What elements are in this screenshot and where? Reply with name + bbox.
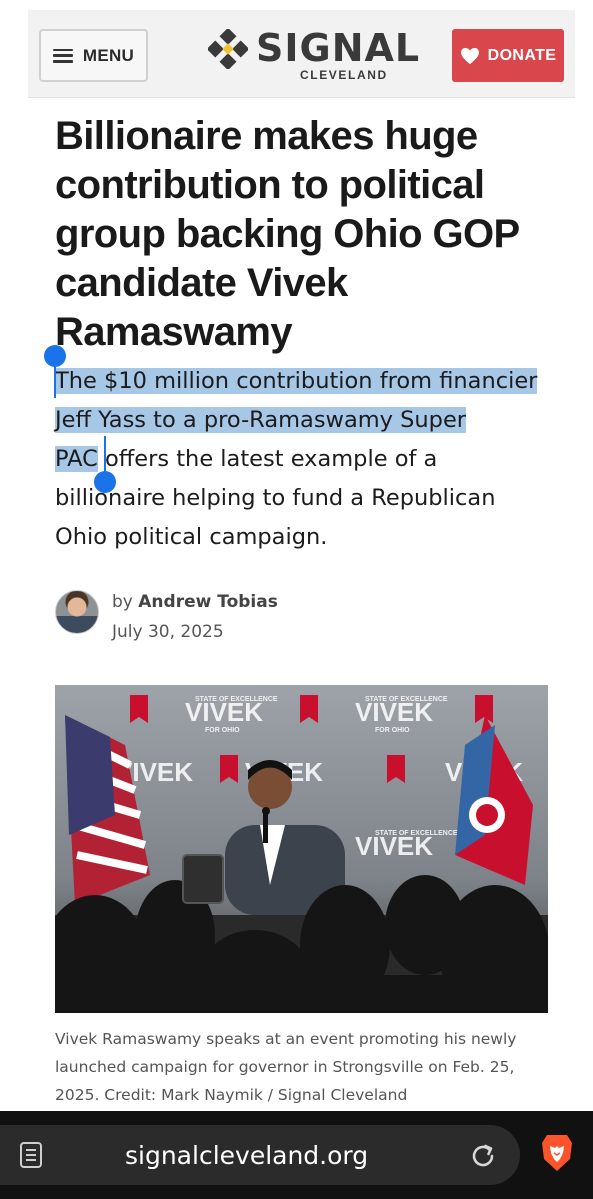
logo-wordmark: SIGNAL <box>256 26 421 70</box>
article-headline: Billionaire makes huge contribution to p… <box>55 114 519 354</box>
logo-mark-icon <box>208 29 248 69</box>
photo-caption: Vivek Ramaswamy speaks at an event promo… <box>55 1030 517 1104</box>
donate-button[interactable]: DONATE <box>452 29 564 82</box>
event-photo: VIVEK VIVEK VIVEK VIVEK VIVEK VIVEK STAT… <box>55 685 548 1013</box>
by-prefix: by <box>112 592 133 612</box>
donate-label: DONATE <box>487 46 557 64</box>
publish-date: July 30, 2025 <box>112 622 224 642</box>
url-text: signalcleveland.org <box>125 1141 369 1170</box>
menu-button[interactable]: MENU <box>39 29 148 82</box>
selected-text: Jeff Yass to a pro-Ramaswamy Super <box>55 407 467 433</box>
site-header: MENU SIGNAL CLEVELAND DONATE <box>28 10 575 98</box>
selected-text: The $10 million contribution from financ… <box>55 368 538 394</box>
author-avatar[interactable] <box>55 590 99 634</box>
dek-text: offers the latest example of a <box>97 446 438 472</box>
backdrop-small-text: STATE OF EXCELLENCE <box>375 830 458 837</box>
dek-text: Ohio political campaign. <box>55 524 328 550</box>
logo-subtitle: CLEVELAND <box>300 68 388 82</box>
selection-start-cursor <box>54 362 56 398</box>
selection-end-handle[interactable] <box>94 471 116 493</box>
author-link[interactable]: Andrew Tobias <box>138 592 278 612</box>
dek-text: billionaire helping to fund a Republican <box>55 485 496 511</box>
browser-bottom-bar: signalcleveland.org <box>0 1111 593 1199</box>
heart-icon <box>460 47 479 64</box>
article-photo[interactable]: VIVEK VIVEK VIVEK VIVEK VIVEK VIVEK STAT… <box>55 685 548 1013</box>
signal-cleveland-logo[interactable]: SIGNAL CLEVELAND <box>208 26 419 86</box>
backdrop-small-text: STATE OF EXCELLENCE <box>365 696 448 703</box>
selected-text: PAC <box>55 446 98 472</box>
brave-lion-icon[interactable] <box>540 1133 574 1173</box>
article-dek[interactable]: The $10 million contribution from financ… <box>55 362 575 557</box>
menu-label: MENU <box>82 45 135 65</box>
selection-end-cursor <box>104 436 106 474</box>
reader-mode-icon[interactable] <box>20 1142 42 1168</box>
backdrop-small-text: STATE OF EXCELLENCE <box>195 696 278 703</box>
reload-icon[interactable] <box>468 1141 498 1171</box>
address-bar[interactable]: signalcleveland.org <box>0 1125 520 1185</box>
backdrop-sub-text: FOR OHIO <box>205 727 240 734</box>
backdrop-sub-text: FOR OHIO <box>375 727 410 734</box>
hamburger-icon <box>52 48 73 63</box>
